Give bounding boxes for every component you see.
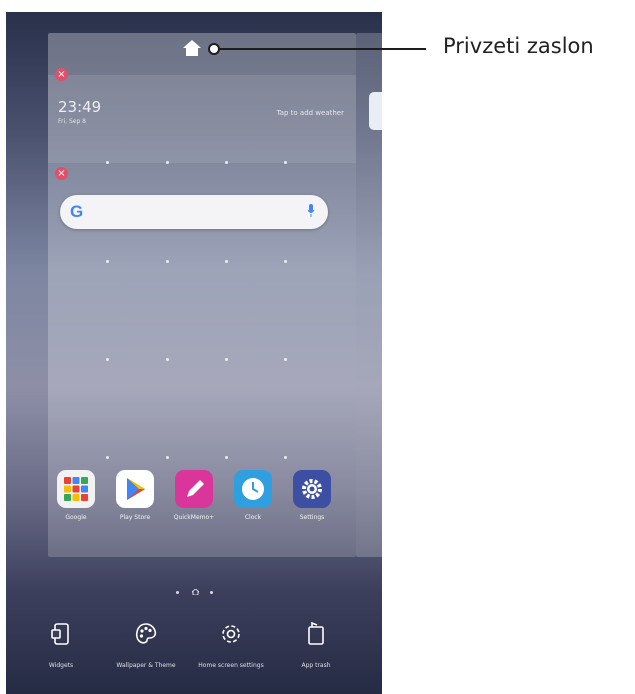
grid-dot [225, 260, 228, 263]
mic-icon[interactable] [307, 204, 315, 218]
app-settings[interactable]: Settings [286, 470, 338, 521]
grid-dot [106, 260, 109, 263]
folder-icon [57, 470, 95, 508]
app-quickmemo[interactable]: QuickMemo+ [168, 470, 220, 521]
folder-icon [369, 92, 382, 130]
widgets-label: Widgets [48, 662, 74, 669]
home-screen-settings-label: Home screen settings [198, 662, 264, 669]
pencil-icon [175, 470, 213, 508]
grid-dot [284, 358, 287, 361]
clock-time: 23:49 [58, 98, 102, 116]
app-play-store[interactable]: Play Store [109, 470, 161, 521]
grid-dot [225, 456, 228, 459]
app-clock[interactable]: Clock [227, 470, 279, 521]
widgets-icon [51, 623, 69, 645]
page-indicator-dot[interactable] [176, 591, 179, 594]
app-label: QuickMemo+ [173, 514, 215, 521]
app-trash-button[interactable]: App trash [276, 620, 356, 670]
grid-dot [166, 358, 169, 361]
app-label: Clock [244, 514, 262, 521]
wallpaper-theme-label: Wallpaper & Theme [116, 662, 176, 669]
app-google-folder[interactable]: Google [50, 470, 102, 521]
trash-icon [308, 621, 324, 645]
app-label: Google [65, 514, 87, 521]
app-label: Play Store [119, 514, 151, 521]
remove-widget-button[interactable]: × [55, 68, 68, 81]
grid-dot [166, 260, 169, 263]
callout-line [214, 48, 426, 50]
callout-marker [208, 43, 220, 55]
gear-icon [293, 470, 331, 508]
grid-dot [284, 260, 287, 263]
grid-dot [106, 358, 109, 361]
wallpaper-theme-button[interactable]: Wallpaper & Theme [106, 620, 186, 670]
grid-dot [106, 456, 109, 459]
clock-date: Fri, Sep 8 [58, 118, 86, 125]
home-screen-settings-button[interactable]: Home screen settings [191, 620, 271, 670]
weather-widget[interactable] [48, 75, 356, 163]
grid-dot [166, 456, 169, 459]
grid-dot [225, 358, 228, 361]
page-indicator-dot[interactable] [210, 591, 213, 594]
phone-screen: × 23:49 Fri, Sep 8 Tap to add weather × … [6, 12, 382, 694]
grid-dot [225, 161, 228, 164]
widgets-button[interactable]: Widgets [21, 620, 101, 670]
callout-label: Privzeti zaslon [443, 34, 594, 58]
google-search-widget[interactable]: G [60, 195, 328, 229]
grid-dot [106, 161, 109, 164]
grid-dot [166, 161, 169, 164]
gear-icon [222, 625, 240, 643]
remove-widget-button[interactable]: × [55, 167, 68, 180]
app-label: Settings [299, 514, 325, 521]
home-screen-panel[interactable]: × 23:49 Fri, Sep 8 Tap to add weather × … [48, 33, 356, 557]
palette-icon [135, 623, 157, 644]
grid-dot [284, 161, 287, 164]
weather-hint[interactable]: Tap to add weather [277, 109, 344, 117]
app-trash-label: App trash [301, 662, 331, 669]
home-page-indicator-icon[interactable] [192, 589, 199, 595]
home-icon[interactable] [182, 39, 202, 57]
play-store-icon [116, 470, 154, 508]
clock-icon [234, 470, 272, 508]
google-logo: G [70, 202, 84, 221]
grid-dot [284, 456, 287, 459]
